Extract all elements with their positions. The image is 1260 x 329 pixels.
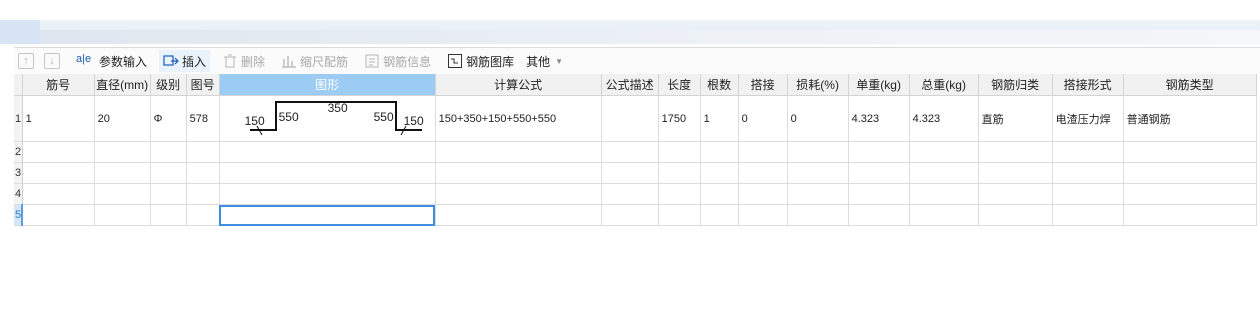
table-row[interactable]: 5: [14, 204, 1257, 226]
rebar-toolbar: ↑ ↓ a|e 参数输入 插入 删除 缩尺配筋 钢筋信息 钢筋图库 其他 ▼: [14, 47, 1260, 74]
delete-button[interactable]: 删除: [218, 50, 269, 72]
other-label: 其他: [526, 54, 551, 69]
table-row[interactable]: 4: [14, 183, 1257, 205]
shape-top: 350: [327, 101, 348, 115]
shape-left-end: 150: [244, 114, 265, 128]
cell-rebar-type[interactable]: 普通钢筋: [1123, 95, 1257, 142]
col-lap-type[interactable]: 搭接形式: [1052, 74, 1124, 96]
rebar-info-label: 钢筋信息: [383, 54, 432, 69]
rebar-library-button[interactable]: 钢筋图库: [443, 50, 518, 72]
col-bar-no[interactable]: 筋号: [22, 74, 95, 96]
cell-grade[interactable]: Φ: [150, 95, 187, 142]
col-formula[interactable]: 计算公式: [435, 74, 602, 96]
row-number[interactable]: 4: [14, 183, 23, 205]
tab-strip: [0, 20, 1260, 44]
col-total-weight[interactable]: 总重(kg): [909, 74, 979, 96]
scale-rebar-label: 缩尺配筋: [300, 54, 349, 69]
param-input-label: 参数输入: [99, 54, 148, 69]
row-number[interactable]: 1: [14, 95, 23, 142]
col-figure-no[interactable]: 图号: [186, 74, 220, 96]
cell-lap[interactable]: 0: [738, 95, 788, 142]
dropdown-arrow-icon: ▼: [555, 56, 564, 66]
table-row[interactable]: 2: [14, 141, 1257, 163]
cell-length[interactable]: 1750: [658, 95, 701, 142]
cell-loss[interactable]: 0: [787, 95, 849, 142]
insert-label: 插入: [182, 54, 207, 69]
col-category[interactable]: 钢筋归类: [978, 74, 1053, 96]
row-number[interactable]: 2: [14, 141, 23, 163]
cell-shape[interactable]: 150 550 350 550 150: [219, 95, 436, 142]
cell-bar-no[interactable]: 1: [22, 95, 95, 142]
active-tab[interactable]: [0, 20, 40, 44]
row-number[interactable]: 3: [14, 162, 23, 184]
focused-shape-cell[interactable]: [219, 204, 436, 226]
col-unit-weight[interactable]: 单重(kg): [848, 74, 910, 96]
rebar-info-button[interactable]: 钢筋信息: [360, 50, 435, 72]
bar-chart-icon: [281, 53, 297, 69]
insert-button[interactable]: 插入: [159, 50, 211, 72]
cell-total-weight[interactable]: 4.323: [909, 95, 979, 142]
library-icon: [447, 53, 463, 69]
cell-formula[interactable]: 150+350+150+550+550: [435, 95, 602, 142]
cell-category[interactable]: 直筋: [978, 95, 1053, 142]
param-input-icon: a|e: [76, 53, 92, 65]
move-up-button[interactable]: ↑: [18, 53, 34, 69]
info-list-icon: [364, 53, 380, 69]
table-row[interactable]: 1 1 20 Φ 578 150 550 350 550 150 150+350…: [14, 95, 1257, 142]
col-formula-desc[interactable]: 公式描述: [601, 74, 659, 96]
title-area: [0, 0, 1260, 21]
delete-label: 删除: [241, 54, 266, 69]
cell-count[interactable]: 1: [700, 95, 739, 142]
rebar-grid: 筋号 直径(mm) 级别 图号 图形 计算公式 公式描述 长度 根数 搭接 损耗…: [14, 74, 1260, 226]
row-number-active[interactable]: 5: [14, 204, 24, 226]
col-diameter[interactable]: 直径(mm): [94, 74, 151, 96]
header-row: 筋号 直径(mm) 级别 图号 图形 计算公式 公式描述 长度 根数 搭接 损耗…: [14, 74, 1257, 96]
insert-icon: [163, 53, 179, 69]
col-shape[interactable]: 图形: [219, 74, 436, 96]
table-row[interactable]: 3: [14, 162, 1257, 184]
shape-right-rise: 550: [373, 110, 394, 124]
col-length[interactable]: 长度: [658, 74, 701, 96]
rebar-library-label: 钢筋图库: [466, 54, 515, 69]
shape-right-end: 150: [403, 114, 424, 128]
rebar-shape-drawing: 150 550 350 550 150: [220, 96, 435, 141]
cell-unit-weight[interactable]: 4.323: [848, 95, 910, 142]
col-rebar-type[interactable]: 钢筋类型: [1123, 74, 1257, 96]
col-loss[interactable]: 损耗(%): [787, 74, 849, 96]
col-grade[interactable]: 级别: [150, 74, 187, 96]
corner-cell[interactable]: [14, 74, 23, 96]
col-count[interactable]: 根数: [700, 74, 739, 96]
col-lap[interactable]: 搭接: [738, 74, 788, 96]
other-menu-button[interactable]: 其他 ▼: [522, 50, 567, 72]
cell-formula-desc[interactable]: [601, 95, 659, 142]
trash-icon: [222, 53, 238, 69]
cell-diameter[interactable]: 20: [94, 95, 151, 142]
param-input-button[interactable]: a|e 参数输入: [72, 50, 151, 72]
shape-left-rise: 550: [278, 110, 299, 124]
move-down-button[interactable]: ↓: [44, 53, 60, 69]
cell-lap-type[interactable]: 电渣压力焊: [1052, 95, 1124, 142]
scale-rebar-button[interactable]: 缩尺配筋: [277, 50, 352, 72]
cell-figure-no[interactable]: 578: [186, 95, 220, 142]
